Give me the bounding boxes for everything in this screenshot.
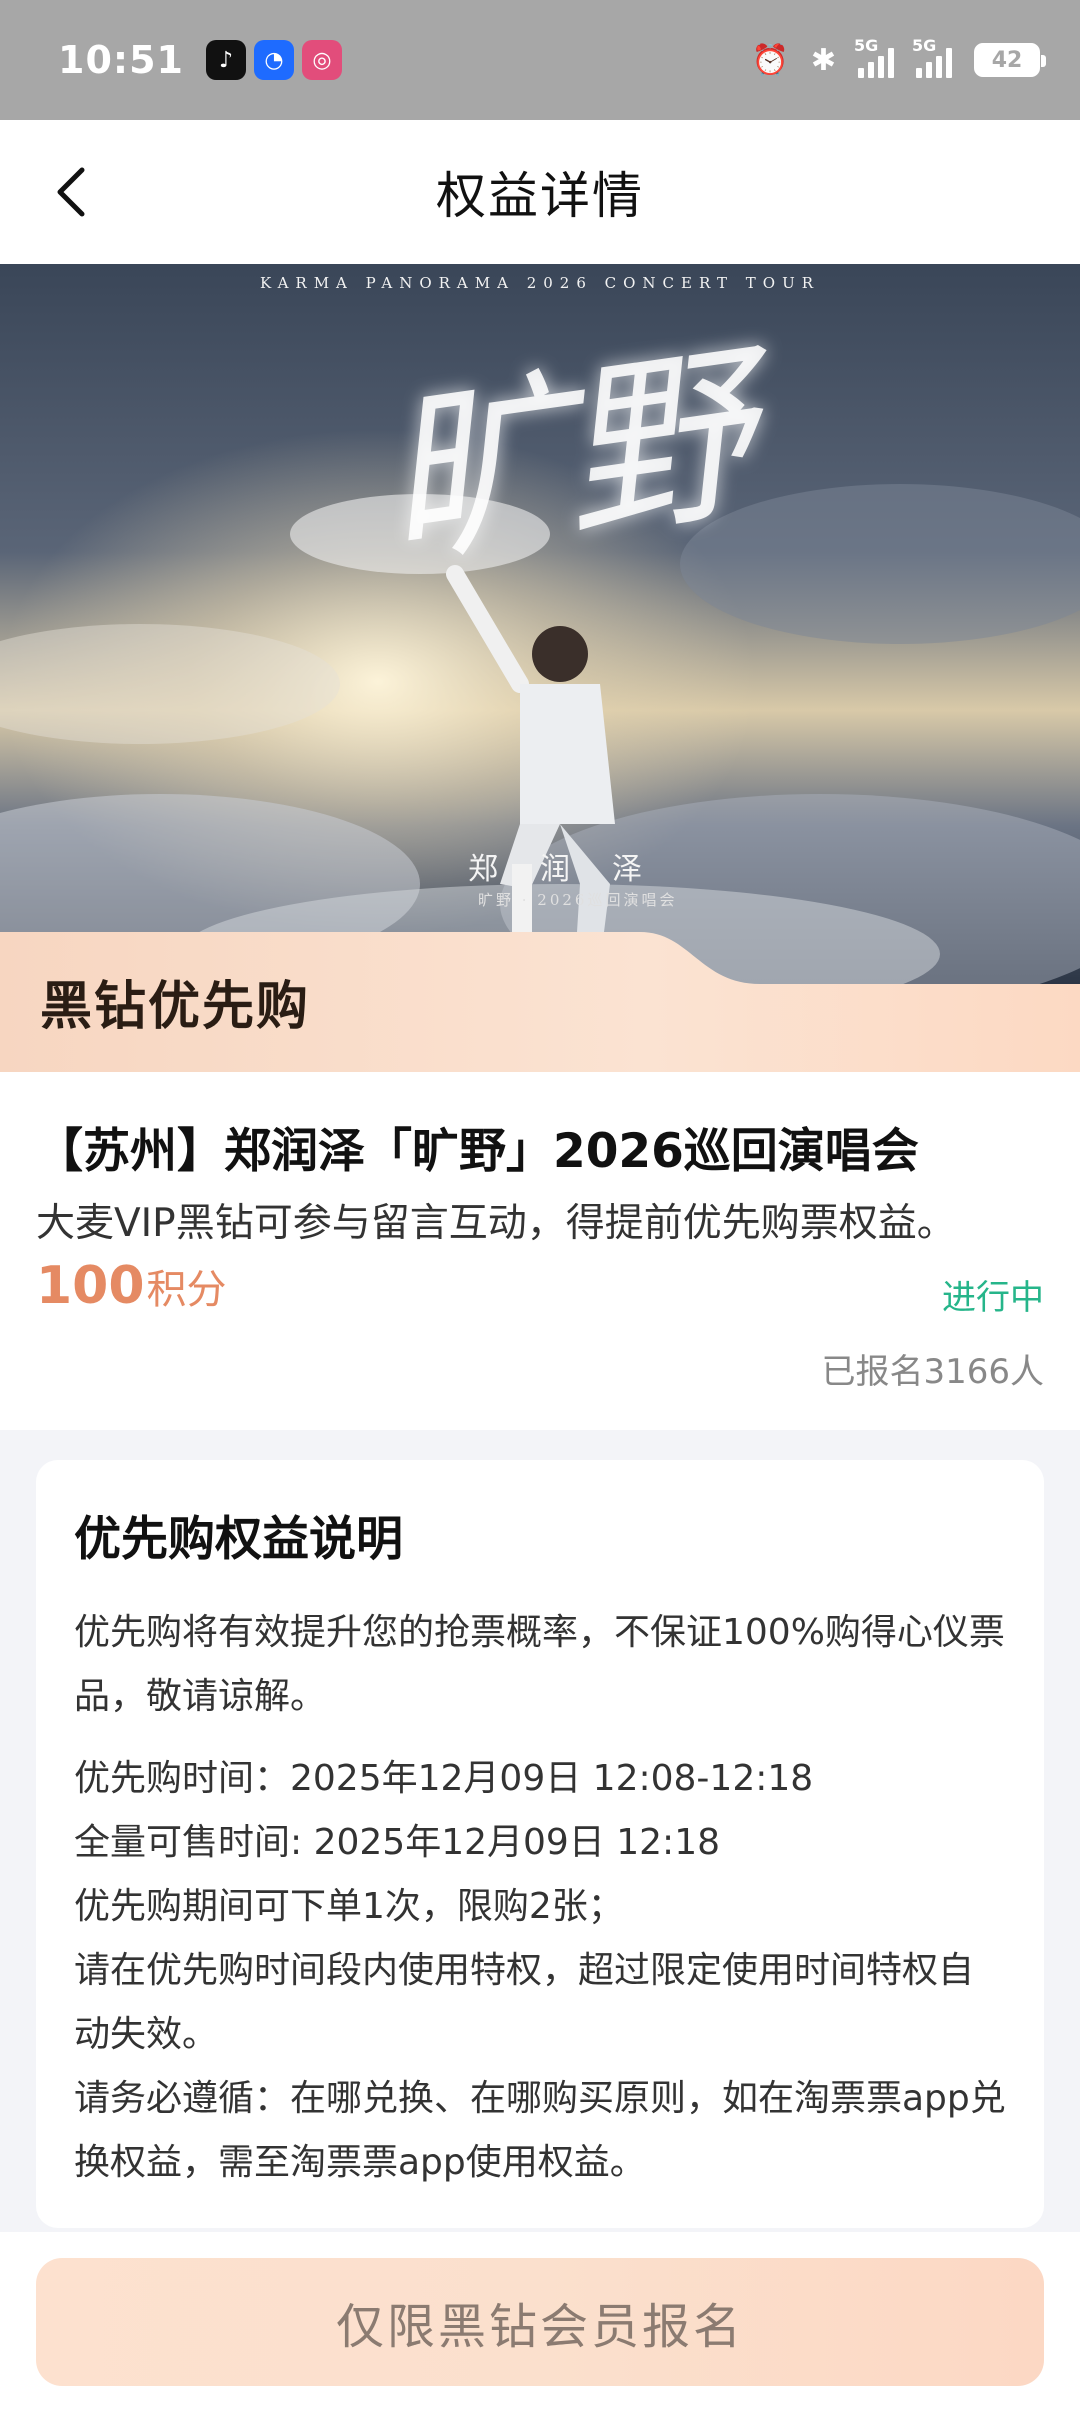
- rules-intro: 优先购将有效提升您的抢票概率，不保证100%购得心仪票品，敬请谅解。: [74, 1612, 1005, 1717]
- bluetooth-icon: ✱: [810, 42, 836, 78]
- signal-icon: 5G: [854, 36, 894, 78]
- taobao-icon: ◔: [253, 40, 294, 80]
- artist-subtitle: 旷野 · 2026巡回演唱会: [478, 891, 678, 909]
- status-indicators: ⏰ ✱ 5G 5G 42: [751, 36, 1046, 78]
- battery-level: 42: [991, 47, 1023, 73]
- status-app-icons: ♪ ◔ ◎: [205, 40, 342, 80]
- rules-line: 请务必遵循：在哪兑换、在哪购买原则，如在淘票票app兑换权益，需至淘票票app使…: [74, 2078, 1006, 2183]
- nav-bar: 权益详情: [0, 120, 1080, 264]
- tiktok-icon: ♪: [205, 40, 246, 80]
- tour-title-art: 旷野: [368, 323, 757, 593]
- event-description: 大麦VIP黑钻可参与留言互动，得提前优先购票权益。: [36, 1201, 956, 1246]
- chevron-left-icon: [57, 167, 85, 217]
- battery-icon: 42: [974, 43, 1046, 77]
- rules-line: 请在优先购时间段内使用特权，超过限定使用时间特权自动失效。: [74, 1950, 975, 2055]
- points-cost: 100 积分: [36, 1256, 227, 1316]
- points-unit: 积分: [146, 1267, 227, 1313]
- signup-count: 已报名3166人: [821, 1352, 1044, 1392]
- rules-line: 优先购期间可下单1次，限购2张；: [74, 1886, 624, 1927]
- signup-button[interactable]: 仅限黑钻会员报名: [36, 2258, 1044, 2386]
- status-time: 10:51: [58, 38, 184, 82]
- rules-line: 优先购时间：2025年12月09日 12:08-12:18: [74, 1758, 814, 1799]
- tour-tagline: KARMA PANORAMA 2026 CONCERT TOUR: [259, 274, 821, 292]
- rules-card: 优先购权益说明 优先购将有效提升您的抢票概率，不保证100%购得心仪票品，敬请谅…: [36, 1460, 1044, 2228]
- points-value: 100: [36, 1256, 145, 1316]
- bottom-action-bar: 仅限黑钻会员报名: [0, 2232, 1080, 2412]
- status-badge: 进行中: [942, 1278, 1044, 1318]
- page-title: 权益详情: [436, 167, 644, 225]
- event-title: 【苏州】郑润泽「旷野」2026巡回演唱会: [36, 1124, 919, 1179]
- back-button[interactable]: [40, 160, 104, 224]
- event-info: 【苏州】郑润泽「旷野」2026巡回演唱会 大麦VIP黑钻可参与留言互动，得提前优…: [0, 1072, 1080, 1430]
- rules-title: 优先购权益说明: [74, 1512, 403, 1567]
- alarm-icon: ⏰: [751, 42, 789, 78]
- rules-line: 全量可售时间: 2025年12月09日 12:18: [74, 1822, 720, 1863]
- signal-icon-2: 5G: [912, 36, 952, 78]
- artist-name: 郑润泽: [468, 852, 684, 887]
- benefit-type-label: 黑钻优先购: [40, 977, 311, 1037]
- event-banner: KARMA PANORAMA 2026 CONCERT TOUR 旷野 郑润泽 …: [0, 264, 1080, 1072]
- status-bar: 10:51 ♪ ◔ ◎ ⏰ ✱ 5G 5G 42: [0, 0, 1080, 120]
- china-mobile-icon: ◎: [301, 40, 342, 80]
